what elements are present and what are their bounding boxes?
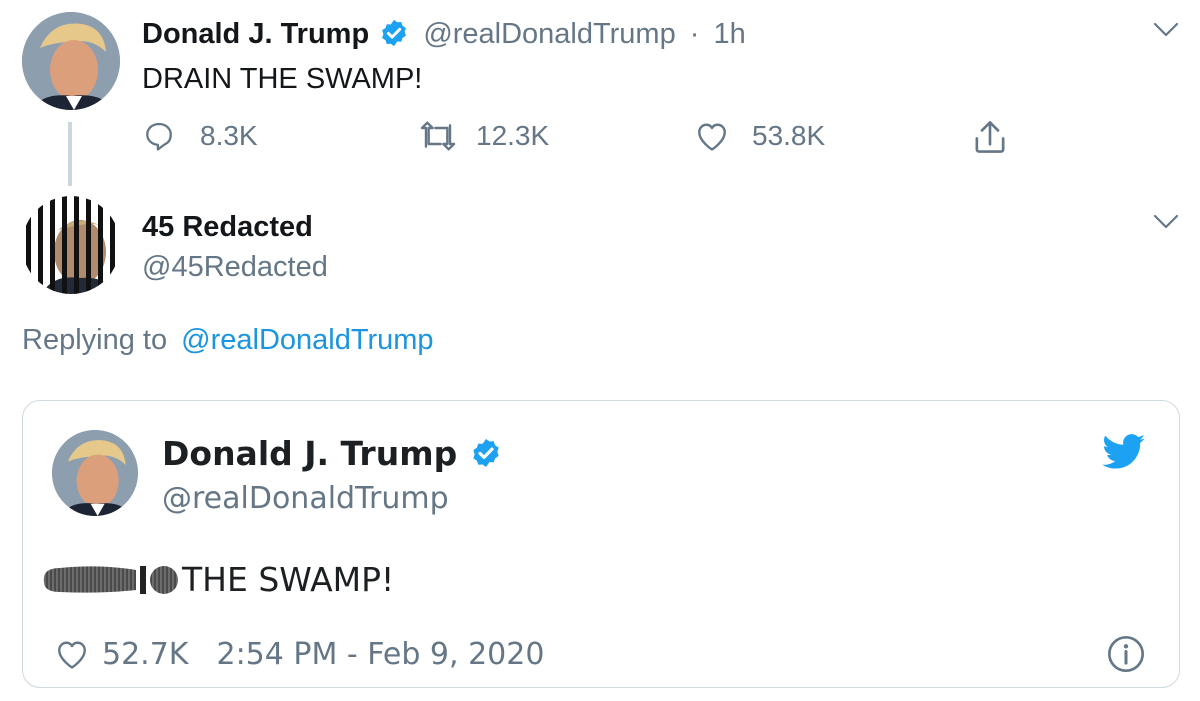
embedded-like-count: 52.7K — [102, 636, 189, 672]
thread-line — [68, 122, 72, 186]
avatar-image — [22, 12, 120, 110]
author-handle[interactable]: @realDonaldTrump — [423, 18, 675, 50]
reply-action[interactable]: 8.3K — [142, 116, 258, 156]
reply-count: 8.3K — [200, 120, 258, 151]
embedded-header: Donald J. Trump — [162, 432, 502, 476]
chevron-down-icon[interactable] — [1152, 212, 1180, 232]
embedded-author-avatar — [52, 430, 138, 516]
embedded-footer: 52.7K 2:54 PM - Feb 9, 2020 — [54, 632, 544, 676]
like-action[interactable]: 53.8K — [694, 116, 825, 156]
retweet-count: 12.3K — [476, 120, 550, 151]
twitter-bird-icon[interactable] — [1102, 434, 1146, 470]
reply-author-handle[interactable]: @45Redacted — [142, 248, 328, 286]
embedded-timestamp[interactable]: 2:54 PM - Feb 9, 2020 — [216, 637, 544, 672]
avatar-image — [52, 430, 138, 516]
reply-author-avatar[interactable] — [22, 196, 120, 294]
embedded-author-name: Donald J. Trump — [162, 434, 458, 473]
heart-icon — [698, 123, 726, 151]
time-separator: · — [689, 18, 700, 50]
replying-to: Replying to @realDonaldTrump — [22, 320, 434, 360]
embedded-tweet-text: THE SWAMP! — [40, 556, 394, 602]
reply-icon — [146, 122, 172, 151]
retweet-action[interactable]: 12.3K — [418, 116, 549, 156]
replying-to-handle[interactable]: @realDonaldTrump — [181, 324, 433, 356]
avatar-image — [22, 196, 120, 294]
author-name[interactable]: Donald J. Trump — [142, 18, 369, 50]
chevron-down-icon[interactable] — [1152, 20, 1180, 40]
like-count: 53.8K — [752, 120, 826, 151]
tweet-header: Donald J. Trump @realDonaldTrump · 1h — [142, 14, 746, 54]
verified-badge-icon — [382, 20, 407, 47]
author-avatar[interactable] — [22, 12, 120, 110]
share-icon[interactable] — [972, 118, 1008, 156]
embedded-text: THE SWAMP! — [182, 559, 395, 599]
tweet-text: DRAIN THE SWAMP! — [142, 63, 423, 95]
tweet-time[interactable]: 1h — [714, 18, 746, 50]
embedded-author-handle: @realDonaldTrump — [162, 481, 449, 516]
verified-badge-icon — [473, 438, 499, 467]
info-icon[interactable] — [1106, 634, 1146, 674]
retweet-icon — [420, 121, 456, 151]
redaction-scribble — [43, 566, 178, 594]
heart-icon[interactable] — [54, 637, 90, 671]
replying-to-label: Replying to — [22, 324, 168, 356]
reply-author-name[interactable]: 45 Redacted — [142, 208, 313, 246]
